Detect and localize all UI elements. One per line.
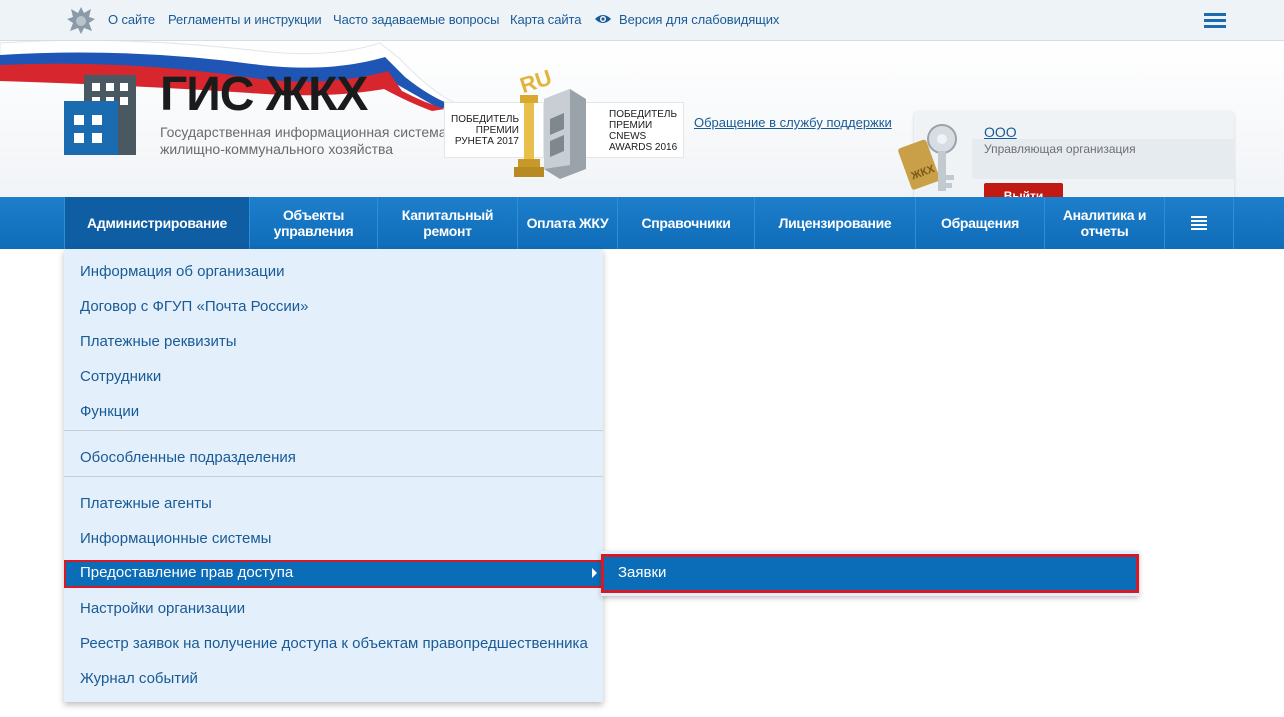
menu-item-subdivisions[interactable]: Обособленные подразделения [64, 441, 603, 475]
menu-item-org-settings[interactable]: Настройки организации [64, 592, 603, 626]
logo-title: ГИС ЖКХ [160, 68, 368, 121]
menu-item-info-systems[interactable]: Информационные системы [64, 522, 603, 556]
nav-item-more[interactable] [1165, 197, 1234, 249]
administration-dropdown: Информация об организации Договор с ФГУП… [64, 249, 603, 702]
menu-item-payment-details[interactable]: Платежные реквизиты [64, 325, 603, 359]
menu-item-functions[interactable]: Функции [64, 395, 603, 429]
award-trophies-icon: RU [514, 69, 586, 179]
topbar-link-accessibility[interactable]: Версия для слабовидящих [619, 12, 779, 27]
topbar-link-about[interactable]: О сайте [108, 12, 155, 27]
submenu-item-requests[interactable]: Заявки [601, 554, 1139, 593]
nav-item-capital-repair[interactable]: Капитальный ремонт [378, 197, 518, 249]
nav-item-appeals[interactable]: Обращения [916, 197, 1045, 249]
topbar-link-sitemap[interactable]: Карта сайта [510, 12, 581, 27]
menu-item-predecessor-registry[interactable]: Реестр заявок на получение доступа к объ… [64, 627, 603, 661]
access-rights-submenu: Заявки [601, 551, 1139, 596]
topbar-link-faq[interactable]: Часто задаваемые вопросы [333, 12, 499, 27]
keys-icon: ЖКХ [898, 124, 957, 191]
top-bar: О сайте Регламенты и инструкции Часто за… [0, 0, 1284, 41]
menu-item-post-contract[interactable]: Договор с ФГУП «Почта России» [64, 290, 603, 324]
logo-building-icon [64, 75, 136, 155]
organization-role: Управляющая организация [984, 142, 1136, 156]
eye-icon[interactable] [594, 13, 612, 25]
logo-subtitle: Государственная информационная система ж… [160, 124, 447, 157]
menu-item-event-log[interactable]: Журнал событий [64, 662, 603, 696]
menu-divider [64, 476, 603, 477]
nav-item-objects[interactable]: Объекты управления [250, 197, 378, 249]
nav-item-administration[interactable]: Администрирование [64, 197, 250, 249]
menu-item-employees[interactable]: Сотрудники [64, 360, 603, 394]
list-icon [1191, 216, 1207, 230]
nav-item-payment[interactable]: Оплата ЖКУ [518, 197, 618, 249]
support-request-link[interactable]: Обращение в службу поддержки [694, 115, 892, 130]
menu-divider [64, 430, 603, 431]
site-header: ГИС ЖКХ Государственная информационная с… [0, 41, 1284, 219]
svg-text:RU: RU [517, 69, 555, 98]
topbar-link-regulations[interactable]: Регламенты и инструкции [168, 12, 322, 27]
menu-item-payment-agents[interactable]: Платежные агенты [64, 487, 603, 521]
organization-name-link[interactable]: ООО [984, 124, 1017, 140]
nav-item-analytics[interactable]: Аналитика и отчеты [1045, 197, 1165, 249]
menu-item-access-rights-label: Предоставление прав доступа [80, 564, 294, 581]
menu-item-org-info[interactable]: Информация об организации [64, 255, 603, 289]
main-nav: Администрирование Объекты управления Кап… [0, 197, 1284, 249]
nav-item-references[interactable]: Справочники [618, 197, 755, 249]
coat-of-arms-icon [67, 7, 95, 34]
hamburger-menu-icon[interactable] [1204, 13, 1226, 28]
nav-item-licensing[interactable]: Лицензирование [755, 197, 916, 249]
menu-item-access-rights[interactable]: Предоставление прав доступа [64, 560, 603, 588]
chevron-right-icon [592, 568, 597, 578]
award-cnews-text: Победитель премии CNews Awards 2016 [609, 109, 678, 153]
